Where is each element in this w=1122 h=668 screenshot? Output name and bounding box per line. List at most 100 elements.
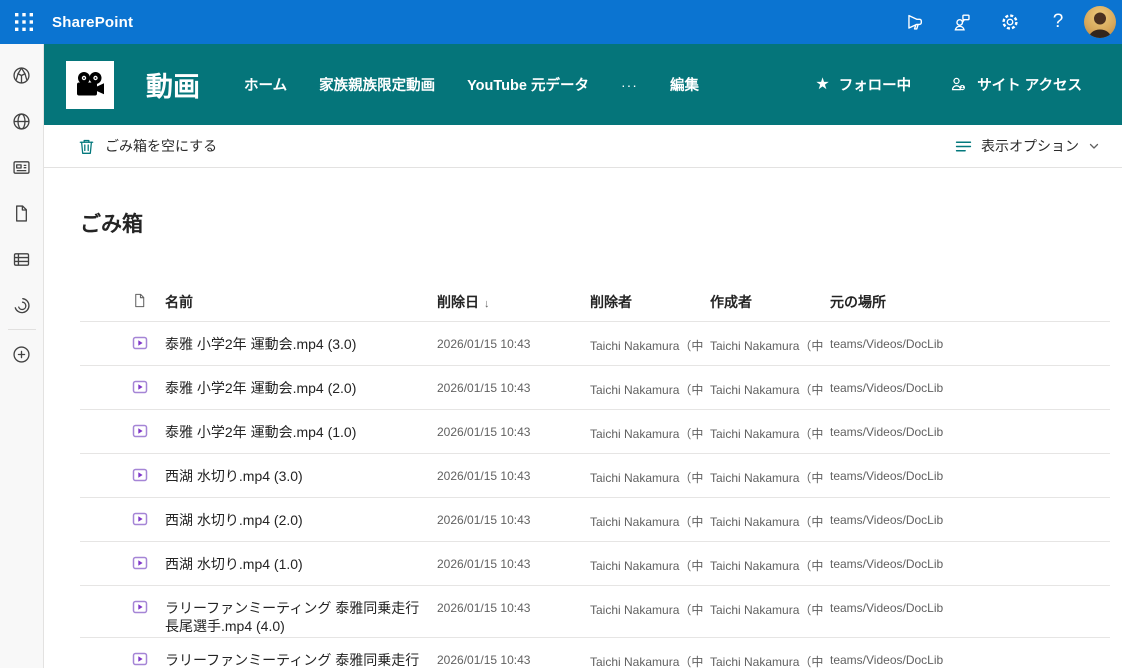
person-chat-icon [954,14,970,31]
empty-recycle-bin-label: ごみ箱を空にする [105,138,218,154]
original-location: teams/Videos/DocLib [830,513,944,527]
rail-my-files-button[interactable] [0,190,44,236]
sharepoint-app-bar [0,44,44,668]
table-row[interactable]: 西湖 水切り.mp4 (1.0) 2026/01/15 10:43 Taichi… [80,542,1110,586]
sphere-icon [13,66,30,84]
video-file-icon [80,498,165,527]
rail-create-button[interactable] [0,331,44,377]
file-name: 西湖 水切り.mp4 (1.0) [165,556,303,572]
deleted-date: 2026/01/15 10:43 [437,469,531,483]
original-location: teams/Videos/DocLib [830,381,944,395]
table-header-row: 名前 削除日 ↓ 削除者 作成者 元の場所 [80,284,1110,322]
deleted-by: Taichi Nakamura（中 [590,559,704,573]
gear-icon [1002,14,1018,30]
column-header-name[interactable]: 名前 [165,284,437,312]
announcements-button[interactable] [890,0,938,44]
file-name: ラリーファンミーティング 泰雅同乗走行 長尾選手.mp4 (4.0) [165,600,420,634]
view-options-label: 表示オプション [981,138,1079,154]
list-table-icon [13,252,30,266]
nav-item-youtube-source[interactable]: YouTube 元データ [467,74,589,95]
people-apps-button[interactable] [938,0,986,44]
deleted-by: Taichi Nakamura（中 [590,339,704,353]
file-type-column-header[interactable] [80,284,165,308]
news-icon [13,160,30,174]
rail-home-button[interactable] [0,52,44,98]
video-file-icon [80,454,165,483]
site-title[interactable]: 動画 [146,65,200,104]
original-location: teams/Videos/DocLib [830,337,944,351]
deleted-date: 2026/01/15 10:43 [437,337,531,351]
help-button[interactable]: ? [1034,0,1082,44]
original-location: teams/Videos/DocLib [830,653,944,667]
created-by: Taichi Nakamura（中 [710,471,824,485]
deleted-by: Taichi Nakamura（中 [590,427,704,441]
file-name: 泰雅 小学2年 運動会.mp4 (2.0) [165,380,357,396]
command-bar: ごみ箱を空にする 表示オプション [44,125,1122,168]
site-header: 動画 ホーム 家族親族限定動画 YouTube 元データ ··· 編集 ★ フォ… [44,44,1122,125]
site-access-button[interactable]: サイト アクセス [949,74,1082,95]
file-name: 泰雅 小学2年 運動会.mp4 (3.0) [165,336,357,352]
rail-divider [7,329,36,330]
video-file-icon [80,542,165,571]
sort-descending-icon: ↓ [484,298,490,310]
trash-icon [79,139,94,154]
follow-button[interactable]: ★ フォロー中 [815,74,911,95]
account-avatar[interactable] [1084,6,1116,38]
column-header-created-by[interactable]: 作成者 [710,284,830,312]
table-row[interactable]: ラリーファンミーティング 泰雅同乗走行 2026/01/15 10:43 Tai… [80,638,1110,668]
follow-label: フォロー中 [838,78,912,94]
avatar-photo [1089,12,1111,38]
view-options-button[interactable]: 表示オプション [955,136,1100,156]
nav-more-button[interactable]: ··· [621,77,638,93]
globe-icon [13,112,30,130]
table-row[interactable]: 西湖 水切り.mp4 (3.0) 2026/01/15 10:43 Taichi… [80,454,1110,498]
page-title: ごみ箱 [80,213,143,236]
settings-button[interactable] [986,0,1034,44]
video-file-icon [80,638,165,667]
rail-news-button[interactable] [0,144,44,190]
file-name: 西湖 水切り.mp4 (3.0) [165,468,303,484]
deleted-date: 2026/01/15 10:43 [437,653,531,667]
empty-recycle-bin-button[interactable]: ごみ箱を空にする [78,136,217,156]
file-name: ラリーファンミーティング 泰雅同乗走行 [165,652,420,668]
column-header-location[interactable]: 元の場所 [830,284,1110,312]
file-name: 泰雅 小学2年 運動会.mp4 (1.0) [165,424,357,440]
deleted-by: Taichi Nakamura（中 [590,655,704,668]
recycle-bin-page: ごみ箱 名前 削除日 ↓ 削除者 作成者 元の場所 泰雅 小学2年 運動会.mp… [44,168,1122,668]
deleted-by: Taichi Nakamura（中 [590,603,704,617]
nav-item-home[interactable]: ホーム [244,74,287,95]
deleted-by: Taichi Nakamura（中 [590,471,704,485]
rail-loop-button[interactable] [0,282,44,328]
column-header-deleted-by[interactable]: 削除者 [590,284,710,312]
megaphone-icon [908,14,923,30]
table-row[interactable]: ラリーファンミーティング 泰雅同乗走行 長尾選手.mp4 (4.0) 2026/… [80,586,1110,638]
table-row[interactable]: 泰雅 小学2年 運動会.mp4 (1.0) 2026/01/15 10:43 T… [80,410,1110,454]
table-row[interactable]: 泰雅 小学2年 運動会.mp4 (2.0) 2026/01/15 10:43 T… [80,366,1110,410]
site-access-label: サイト アクセス [977,78,1082,94]
nav-item-family-videos[interactable]: 家族親族限定動画 [319,74,435,95]
recycle-bin-list: 名前 削除日 ↓ 削除者 作成者 元の場所 泰雅 小学2年 運動会.mp4 (3.… [80,284,1110,668]
video-file-icon [80,366,165,395]
nav-edit-button[interactable]: 編集 [670,74,699,95]
star-icon: ★ [815,75,830,93]
created-by: Taichi Nakamura（中 [710,559,824,573]
movie-camera-icon [77,71,104,95]
created-by: Taichi Nakamura（中 [710,383,824,397]
original-location: teams/Videos/DocLib [830,425,944,439]
deleted-date: 2026/01/15 10:43 [437,601,531,615]
table-body: 泰雅 小学2年 運動会.mp4 (3.0) 2026/01/15 10:43 T… [80,322,1110,668]
chevron-down-icon [1089,143,1099,149]
suite-app-name[interactable]: SharePoint [52,14,133,31]
video-file-icon [80,410,165,439]
rail-my-sites-button[interactable] [0,98,44,144]
table-row[interactable]: 西湖 水切り.mp4 (2.0) 2026/01/15 10:43 Taichi… [80,498,1110,542]
table-row[interactable]: 泰雅 小学2年 運動会.mp4 (3.0) 2026/01/15 10:43 T… [80,322,1110,366]
rail-my-lists-button[interactable] [0,236,44,282]
page-icon [135,293,145,308]
video-file-icon [80,322,165,351]
loop-icon [14,297,30,313]
app-launcher-button[interactable] [0,0,48,44]
site-logo[interactable] [66,60,114,109]
column-header-deleted[interactable]: 削除日 ↓ [437,284,590,312]
deleted-date: 2026/01/15 10:43 [437,557,531,571]
